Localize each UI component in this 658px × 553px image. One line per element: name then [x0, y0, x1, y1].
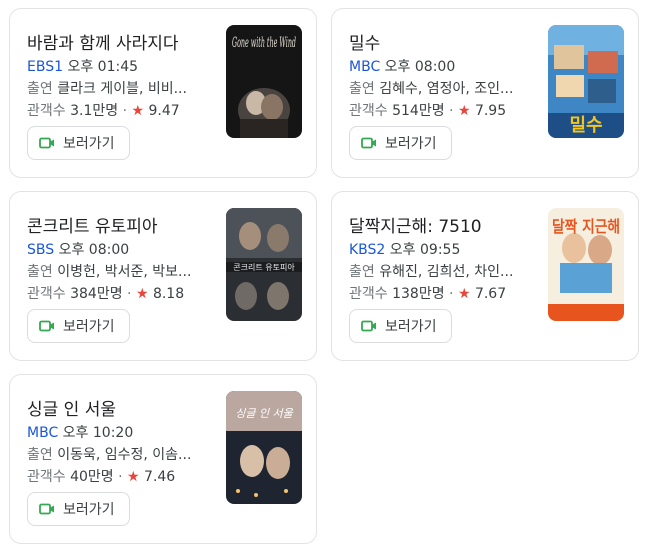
movie-poster[interactable]: 싱글 인 서울 — [226, 391, 302, 504]
broadcast-time: 오후 10:20 — [62, 425, 134, 441]
video-camera-icon — [361, 137, 376, 149]
watch-button[interactable]: 보러가기 — [27, 309, 130, 343]
poster-title: 콘크리트 유토피아 — [233, 262, 295, 272]
watch-button[interactable]: 보러가기 — [349, 126, 452, 160]
channel-name: EBS1 — [27, 59, 63, 75]
poster-title: 밀수 — [569, 115, 602, 136]
channel-name: SBS — [27, 242, 55, 258]
movie-poster[interactable]: 달짝 지근해 — [548, 208, 624, 321]
cast-info: 출연 클라크 게이블, 비비... — [27, 80, 187, 98]
rating-value: 8.18 — [152, 286, 185, 302]
video-camera-icon — [361, 320, 376, 332]
poster-title: Gone with the Wind — [232, 35, 296, 51]
channel-name: MBC — [27, 425, 59, 441]
cast-info: 출연 김혜수, 염정아, 조인... — [349, 80, 513, 98]
audience-label: 관객수 — [27, 469, 66, 485]
cast-info: 출연 이동욱, 임수정, 이솜... — [27, 446, 191, 464]
video-camera-icon — [39, 503, 54, 515]
cast-label: 출연 — [27, 447, 53, 463]
watch-button-label: 보러가기 — [63, 319, 115, 335]
audience-count: 3.1만명 — [70, 103, 119, 119]
cast-info: 출연 유해진, 김희선, 차인... — [349, 263, 513, 281]
audience-info: 관객수 40만명 · ★ 7.46 — [27, 469, 176, 485]
watch-button-label: 보러가기 — [63, 136, 115, 152]
cast-info: 출연 이병헌, 박서준, 박보... — [27, 263, 191, 281]
cast-label: 출연 — [349, 264, 375, 280]
audience-info: 관객수 3.1만명 · ★ 9.47 — [27, 103, 180, 119]
rating-value: 7.95 — [474, 103, 507, 119]
watch-button[interactable]: 보러가기 — [349, 309, 452, 343]
movie-title[interactable]: 싱글 인 서울 — [27, 395, 116, 420]
movie-card[interactable]: 싱글 인 서울 MBC 오후 10:20 출연 이동욱, 임수정, 이솜... … — [9, 374, 317, 544]
rating-value: 7.46 — [144, 469, 176, 485]
audience-count: 514만명 — [392, 103, 445, 119]
cast-list: 이병헌, 박서준, 박보... — [57, 264, 192, 280]
cast-list: 유해진, 김희선, 차인... — [379, 264, 514, 280]
broadcast-time: 오후 08:00 — [58, 242, 130, 258]
rating-value: 9.47 — [148, 103, 180, 119]
audience-info: 관객수 384만명 · ★ 8.18 — [27, 286, 185, 302]
audience-info: 관객수 514만명 · ★ 7.95 — [349, 103, 507, 119]
video-camera-icon — [39, 137, 54, 149]
broadcast-info: EBS1 오후 01:45 — [27, 58, 138, 76]
broadcast-time: 오후 08:00 — [384, 59, 456, 75]
star-icon: ★ — [457, 286, 471, 302]
poster-title: 싱글 인 서울 — [235, 407, 293, 420]
broadcast-info: SBS 오후 08:00 — [27, 241, 129, 259]
channel-name: MBC — [349, 59, 381, 75]
star-icon: ★ — [127, 469, 140, 485]
audience-label: 관객수 — [349, 286, 388, 302]
movie-title[interactable]: 밀수 — [349, 29, 380, 54]
audience-count: 384만명 — [70, 286, 123, 302]
video-camera-icon — [39, 320, 54, 332]
cast-label: 출연 — [349, 81, 375, 97]
watch-button-label: 보러가기 — [385, 136, 437, 152]
broadcast-info: MBC 오후 08:00 — [349, 58, 455, 76]
audience-label: 관객수 — [27, 103, 66, 119]
cast-list: 이동욱, 임수정, 이솜... — [57, 447, 192, 463]
rating-value: 7.67 — [474, 286, 507, 302]
star-icon: ★ — [131, 103, 145, 119]
audience-count: 40만명 — [70, 469, 114, 485]
poster-title: 달짝 지근해 — [552, 217, 620, 236]
movie-poster[interactable]: Gone with the Wind — [226, 25, 302, 138]
watch-button[interactable]: 보러가기 — [27, 126, 130, 160]
watch-button[interactable]: 보러가기 — [27, 492, 130, 526]
watch-button-label: 보러가기 — [63, 502, 115, 518]
movie-card[interactable]: 달짝지근해: 7510 KBS2 오후 09:55 출연 유해진, 김희선, 차… — [331, 191, 639, 361]
cast-label: 출연 — [27, 81, 53, 97]
audience-label: 관객수 — [27, 286, 66, 302]
audience-info: 관객수 138만명 · ★ 7.67 — [349, 286, 507, 302]
movie-poster[interactable]: 밀수 — [548, 25, 624, 138]
broadcast-time: 오후 01:45 — [67, 59, 139, 75]
movie-title[interactable]: 바람과 함께 사라지다 — [27, 29, 179, 54]
cast-label: 출연 — [27, 264, 53, 280]
watch-button-label: 보러가기 — [385, 319, 437, 335]
audience-label: 관객수 — [349, 103, 388, 119]
movie-card[interactable]: 밀수 MBC 오후 08:00 출연 김혜수, 염정아, 조인... 관객수 5… — [331, 8, 639, 178]
movie-poster[interactable]: 콘크리트 유토피아 — [226, 208, 302, 321]
movie-title[interactable]: 콘크리트 유토피아 — [27, 212, 158, 237]
broadcast-info: MBC 오후 10:20 — [27, 424, 133, 442]
star-icon: ★ — [457, 103, 471, 119]
cast-list: 클라크 게이블, 비비... — [57, 81, 187, 97]
broadcast-info: KBS2 오후 09:55 — [349, 241, 460, 259]
audience-count: 138만명 — [392, 286, 445, 302]
cast-list: 김혜수, 염정아, 조인... — [379, 81, 514, 97]
movie-card[interactable]: 콘크리트 유토피아 SBS 오후 08:00 출연 이병헌, 박서준, 박보..… — [9, 191, 317, 361]
movie-card[interactable]: 바람과 함께 사라지다 EBS1 오후 01:45 출연 클라크 게이블, 비비… — [9, 8, 317, 178]
star-icon: ★ — [135, 286, 149, 302]
movie-title[interactable]: 달짝지근해: 7510 — [349, 212, 482, 237]
channel-name: KBS2 — [349, 242, 386, 258]
broadcast-time: 오후 09:55 — [389, 242, 461, 258]
